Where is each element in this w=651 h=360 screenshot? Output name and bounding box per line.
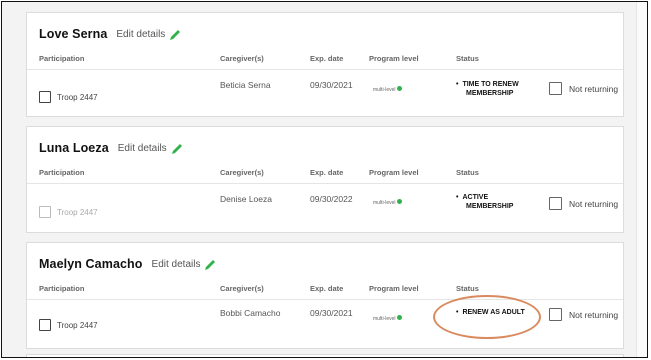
member-name: Maelyn Camacho	[39, 257, 143, 271]
exp-date: 09/30/2021	[310, 80, 353, 90]
caregiver-name: Denise Loeza	[220, 194, 272, 204]
program-level-label: multi-level	[373, 87, 396, 93]
level-dot-icon	[396, 85, 402, 91]
exp-date: 09/30/2021	[310, 308, 353, 318]
highlight-ellipse	[433, 295, 541, 339]
status-badge: • ACTIVE MEMBERSHIP	[456, 194, 514, 210]
header-program-level: Program level	[369, 54, 419, 63]
troop-label: Troop 2447	[57, 320, 98, 330]
troop-checkbox[interactable]: Troop 2447	[39, 91, 98, 103]
exp-date: 09/30/2022	[310, 194, 353, 204]
header-caregivers: Caregiver(s)	[220, 284, 264, 293]
member-name-row: Maelyn Camacho Edit details	[39, 257, 216, 271]
member-list: Love Serna Edit details Participation Ca…	[2, 2, 638, 357]
troop-checkbox[interactable]: Troop 2447	[39, 206, 98, 218]
member-name-row: Love Serna Edit details	[39, 27, 181, 41]
edit-details-link[interactable]: Edit details	[118, 143, 167, 154]
header-status: Status	[456, 54, 479, 63]
header-program-level: Program level	[369, 284, 419, 293]
level-dot-icon	[396, 198, 402, 204]
caregiver-name: Bobbi Camacho	[220, 308, 281, 318]
member-name-row: Luna Loeza Edit details	[39, 141, 183, 155]
checkbox[interactable]	[549, 82, 562, 95]
not-returning-checkbox[interactable]: Not returning	[549, 197, 618, 210]
program-level-label: multi-level	[373, 200, 396, 206]
member-card: Maelyn Camacho Edit details Participatio…	[26, 242, 624, 349]
checkbox[interactable]	[549, 308, 562, 321]
status-text-line1: TIME TO RENEW	[462, 81, 519, 88]
level-dot-icon	[396, 314, 402, 320]
member-card: Luna Loeza Edit details Participation Ca…	[26, 126, 624, 233]
troop-checkbox[interactable]: Troop 2447	[39, 319, 98, 331]
edit-details-link[interactable]: Edit details	[152, 259, 201, 270]
header-program-level: Program level	[369, 168, 419, 177]
not-returning-checkbox[interactable]: Not returning	[549, 308, 618, 321]
member-name: Love Serna	[39, 27, 108, 41]
header-divider	[27, 183, 623, 184]
header-divider	[27, 299, 623, 300]
edit-details-link[interactable]: Edit details	[116, 29, 165, 40]
header-status: Status	[456, 284, 479, 293]
header-divider	[27, 69, 623, 70]
program-level: multi-level	[373, 314, 402, 322]
pencil-icon[interactable]	[171, 142, 183, 154]
program-level-label: multi-level	[373, 316, 396, 322]
not-returning-checkbox[interactable]: Not returning	[549, 82, 618, 95]
status-text-line2: MEMBERSHIP	[466, 203, 514, 210]
checkbox[interactable]	[39, 319, 51, 331]
checkbox[interactable]	[549, 197, 562, 210]
not-returning-label: Not returning	[569, 309, 619, 320]
checkbox[interactable]	[39, 206, 51, 218]
not-returning-label: Not returning	[569, 83, 619, 94]
program-level: multi-level	[373, 198, 402, 206]
pencil-icon[interactable]	[204, 258, 216, 270]
header-status: Status	[456, 168, 479, 177]
status-text-line1: ACTIVE	[462, 194, 489, 201]
window-frame: Love Serna Edit details Participation Ca…	[1, 1, 648, 358]
header-caregivers: Caregiver(s)	[220, 168, 264, 177]
status-badge: • TIME TO RENEW MEMBERSHIP	[456, 81, 519, 97]
scrollbar-track[interactable]	[636, 2, 647, 357]
status-text-line2: MEMBERSHIP	[466, 90, 514, 97]
header-exp-date: Exp. date	[310, 168, 344, 177]
header-exp-date: Exp. date	[310, 54, 344, 63]
member-name: Luna Loeza	[39, 141, 109, 155]
caregiver-name: Beticia Serna	[220, 80, 271, 90]
header-participation: Participation	[39, 54, 85, 63]
header-participation: Participation	[39, 168, 85, 177]
header-participation: Participation	[39, 284, 85, 293]
pencil-icon[interactable]	[169, 28, 181, 40]
program-level: multi-level	[373, 85, 402, 93]
member-card: Love Serna Edit details Participation Ca…	[26, 12, 624, 117]
header-exp-date: Exp. date	[310, 284, 344, 293]
troop-label: Troop 2447	[57, 92, 98, 102]
member-card-partial	[26, 354, 624, 357]
not-returning-label: Not returning	[569, 198, 619, 209]
checkbox[interactable]	[39, 91, 51, 103]
header-caregivers: Caregiver(s)	[220, 54, 264, 63]
troop-label: Troop 2447	[57, 207, 98, 217]
